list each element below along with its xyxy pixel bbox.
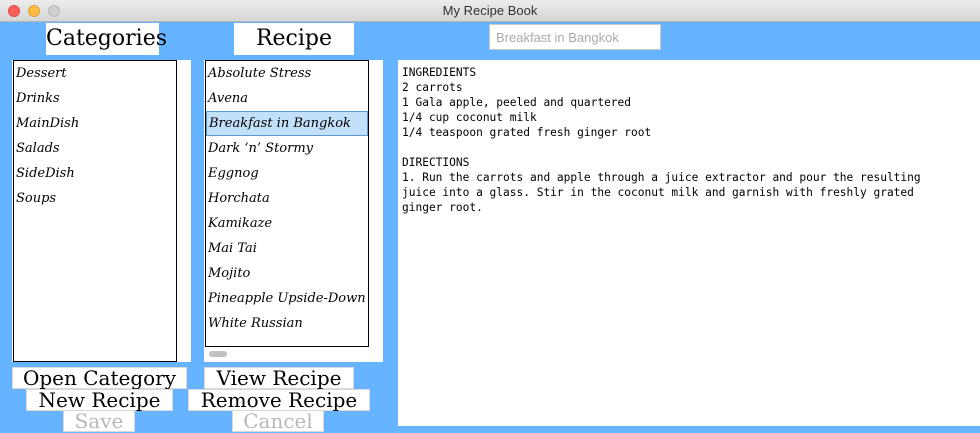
categories-header: Categories — [46, 23, 167, 55]
recipe-list-item[interactable]: Dark ‘n’ Stormy — [206, 136, 368, 161]
category-list-item[interactable]: SideDish — [14, 161, 176, 186]
recipe-detail-text[interactable]: INGREDIENTS 2 carrots 1 Gala apple, peel… — [398, 60, 980, 426]
scrollbar-thumb[interactable] — [209, 351, 227, 357]
view-recipe-button[interactable]: View Recipe — [204, 367, 354, 389]
recipe-list-item[interactable]: Mai Tai — [206, 236, 368, 261]
recipe-list-item[interactable]: Pineapple Upside-Down C — [206, 286, 368, 311]
recipe-list-header: Recipe List — [234, 23, 354, 83]
categories-panel: Dessert Drinks MainDish Salads SideDish Soups — [12, 60, 191, 362]
recipe-list-item[interactable]: Kamikaze — [206, 211, 368, 236]
recipe-list-item[interactable]: Absolute Stress — [206, 61, 368, 86]
category-list-item[interactable]: Salads — [14, 136, 176, 161]
remove-recipe-button[interactable]: Remove Recipe — [188, 389, 370, 411]
cancel-button[interactable]: Cancel — [232, 410, 324, 432]
recipe-list-item[interactable]: Avena — [206, 86, 368, 111]
recipe-list[interactable]: Absolute Stress Avena Breakfast in Bangkok… — [205, 60, 369, 347]
open-category-button[interactable]: Open Category — [12, 367, 187, 389]
new-recipe-button[interactable]: New Recipe — [26, 389, 173, 411]
recipe-list-item[interactable]: Horchata — [206, 186, 368, 211]
category-list-item[interactable]: Drinks — [14, 86, 176, 111]
recipe-list-item[interactable]: White Russian — [206, 311, 368, 336]
search-input[interactable] — [489, 24, 661, 50]
categories-list[interactable]: Dessert Drinks MainDish Salads SideDish Soups — [13, 60, 177, 362]
category-list-item[interactable]: MainDish — [14, 111, 176, 136]
recipe-list-horizontal-scrollbar[interactable] — [207, 349, 367, 359]
recipes-panel: Absolute Stress Avena Breakfast in Bangkok… — [204, 60, 383, 362]
window-title: My Recipe Book — [442, 3, 538, 18]
category-list-item[interactable]: Dessert — [14, 61, 176, 86]
title-bar: My Recipe Book — [0, 0, 980, 22]
save-button[interactable]: Save — [63, 410, 135, 432]
recipe-list-item[interactable]: Mojito — [206, 261, 368, 286]
category-list-item[interactable]: Soups — [14, 186, 176, 211]
recipe-list-item[interactable]: Eggnog — [206, 161, 368, 186]
recipe-list-item[interactable]: Breakfast in Bangkok — [206, 111, 368, 136]
